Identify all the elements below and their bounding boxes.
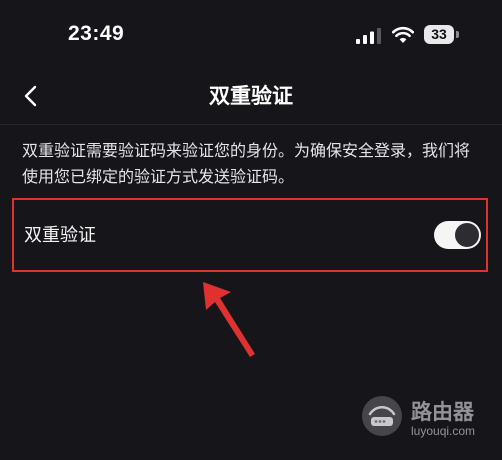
wifi-icon xyxy=(392,26,414,43)
nav-divider xyxy=(0,124,502,125)
annotation-arrow-icon xyxy=(203,282,255,357)
battery-indicator: 33 xyxy=(424,25,454,44)
two-factor-setting-row: 双重验证 xyxy=(12,198,488,272)
two-factor-toggle[interactable] xyxy=(434,221,481,249)
toggle-knob xyxy=(455,223,479,247)
two-factor-label: 双重验证 xyxy=(24,225,96,246)
status-bar: 23:49 33 xyxy=(0,0,502,70)
watermark-url: luyouqi.com xyxy=(411,424,476,438)
router-logo-icon xyxy=(362,396,402,436)
watermark-text: 路由器 xyxy=(411,400,474,424)
description-text: 双重验证需要验证码来验证您的身份。为确保安全登录，我们将使用您已绑定的验证方式发… xyxy=(22,141,471,186)
signal-bars-icon xyxy=(356,28,381,44)
battery-nub xyxy=(456,31,459,38)
status-time: 23:49 xyxy=(68,22,125,45)
page-title: 双重验证 xyxy=(209,84,293,108)
